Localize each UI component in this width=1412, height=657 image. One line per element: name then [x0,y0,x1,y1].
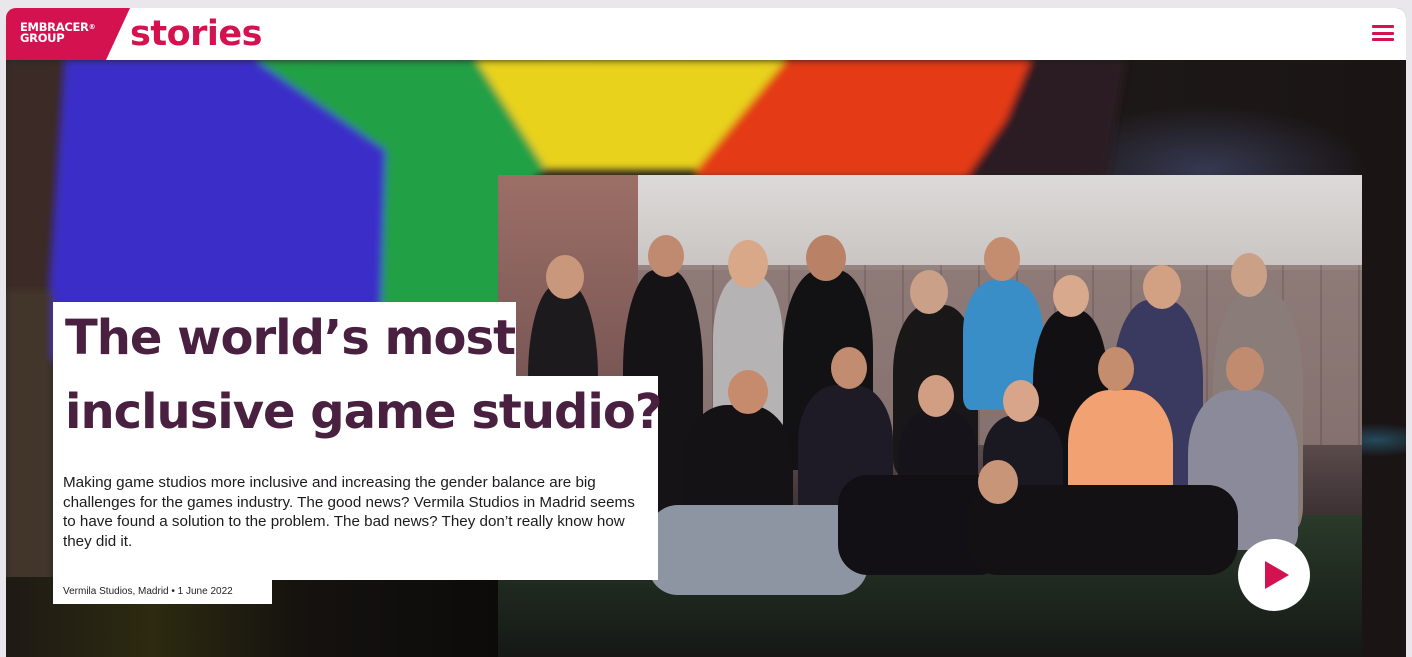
person-head [1143,265,1181,309]
person-head [648,235,684,277]
person-head [1003,380,1039,422]
person-head [984,237,1020,281]
hamburger-menu-icon[interactable] [1372,23,1394,43]
person-head [978,460,1018,504]
embracer-group-logo[interactable]: EMBRACER® GROUP [6,8,130,60]
person-head [806,235,846,281]
person-head [728,240,768,288]
article-summary: Making game studios more inclusive and i… [53,452,658,580]
person-head [1226,347,1264,391]
menu-bar [1372,31,1394,35]
stories-wordmark[interactable]: stories [130,12,262,56]
menu-bar [1372,38,1394,41]
article-meta: Vermila Studios, Madrid • 1 June 2022 [53,580,272,604]
logo-registered-mark: ® [88,23,96,31]
person-head [546,255,584,299]
person-head [1231,253,1267,297]
site-header: EMBRACER® GROUP stories [6,8,1406,60]
video-play-button[interactable] [1238,539,1310,611]
person-head [1098,347,1134,391]
person-head [728,370,768,414]
person [648,505,868,595]
person-head [918,375,954,417]
logo-line2: GROUP [20,31,65,45]
person-head [910,270,948,314]
person-head [1053,275,1089,317]
play-icon [1265,561,1289,589]
article-title-line-2[interactable]: inclusive game studio? [53,376,663,452]
article-title-line-1[interactable]: The world’s most [53,302,516,378]
person-head [831,347,867,389]
menu-bar [1372,25,1394,28]
browser-frame: EMBRACER® GROUP stories The world’s most… [6,8,1406,657]
